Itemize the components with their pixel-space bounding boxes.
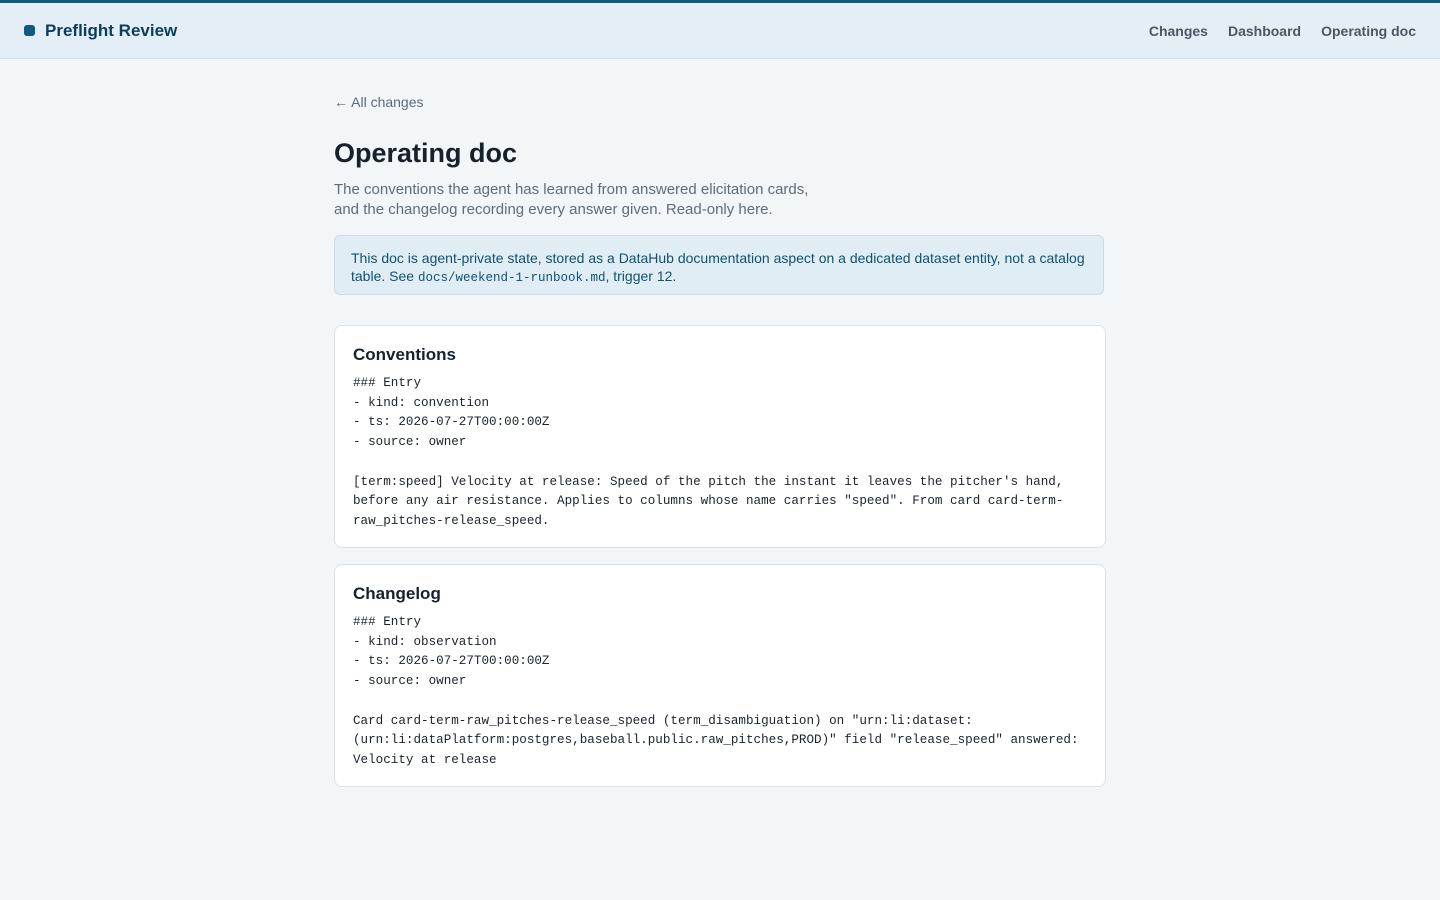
notice-text-after: , trigger 12. [605,268,677,284]
page-title: Operating doc [334,138,518,168]
page-subtitle: The conventions the agent has learned fr… [334,181,809,218]
notice-runbook-path: docs/weekend-1-runbook.md [417,271,606,285]
brand[interactable]: Preflight Review [24,3,177,58]
conventions-heading: Conventions [353,345,456,364]
changelog-card: Changelog ### Entry - kind: observation … [334,564,1106,787]
info-notice: This doc is agent-private state, stored … [334,235,1104,295]
conventions-card: Conventions ### Entry - kind: convention… [334,325,1106,548]
changelog-heading: Changelog [353,584,441,603]
app-title: Preflight Review [45,20,178,40]
nav-link-changes[interactable]: Changes [1149,23,1208,39]
back-to-all-changes-link[interactable]: ← All changes [334,94,424,110]
conventions-body: ### Entry - kind: convention - ts: 2026-… [353,376,1064,528]
main-nav: Changes Dashboard Operating doc [1149,3,1416,58]
brand-logo-icon [24,25,35,36]
top-bar: Preflight Review Changes Dashboard Opera… [0,0,1440,59]
nav-link-dashboard[interactable]: Dashboard [1228,23,1301,39]
changelog-body: ### Entry - kind: observation - ts: 2026… [353,615,1079,767]
nav-link-operating-doc[interactable]: Operating doc [1321,23,1416,39]
